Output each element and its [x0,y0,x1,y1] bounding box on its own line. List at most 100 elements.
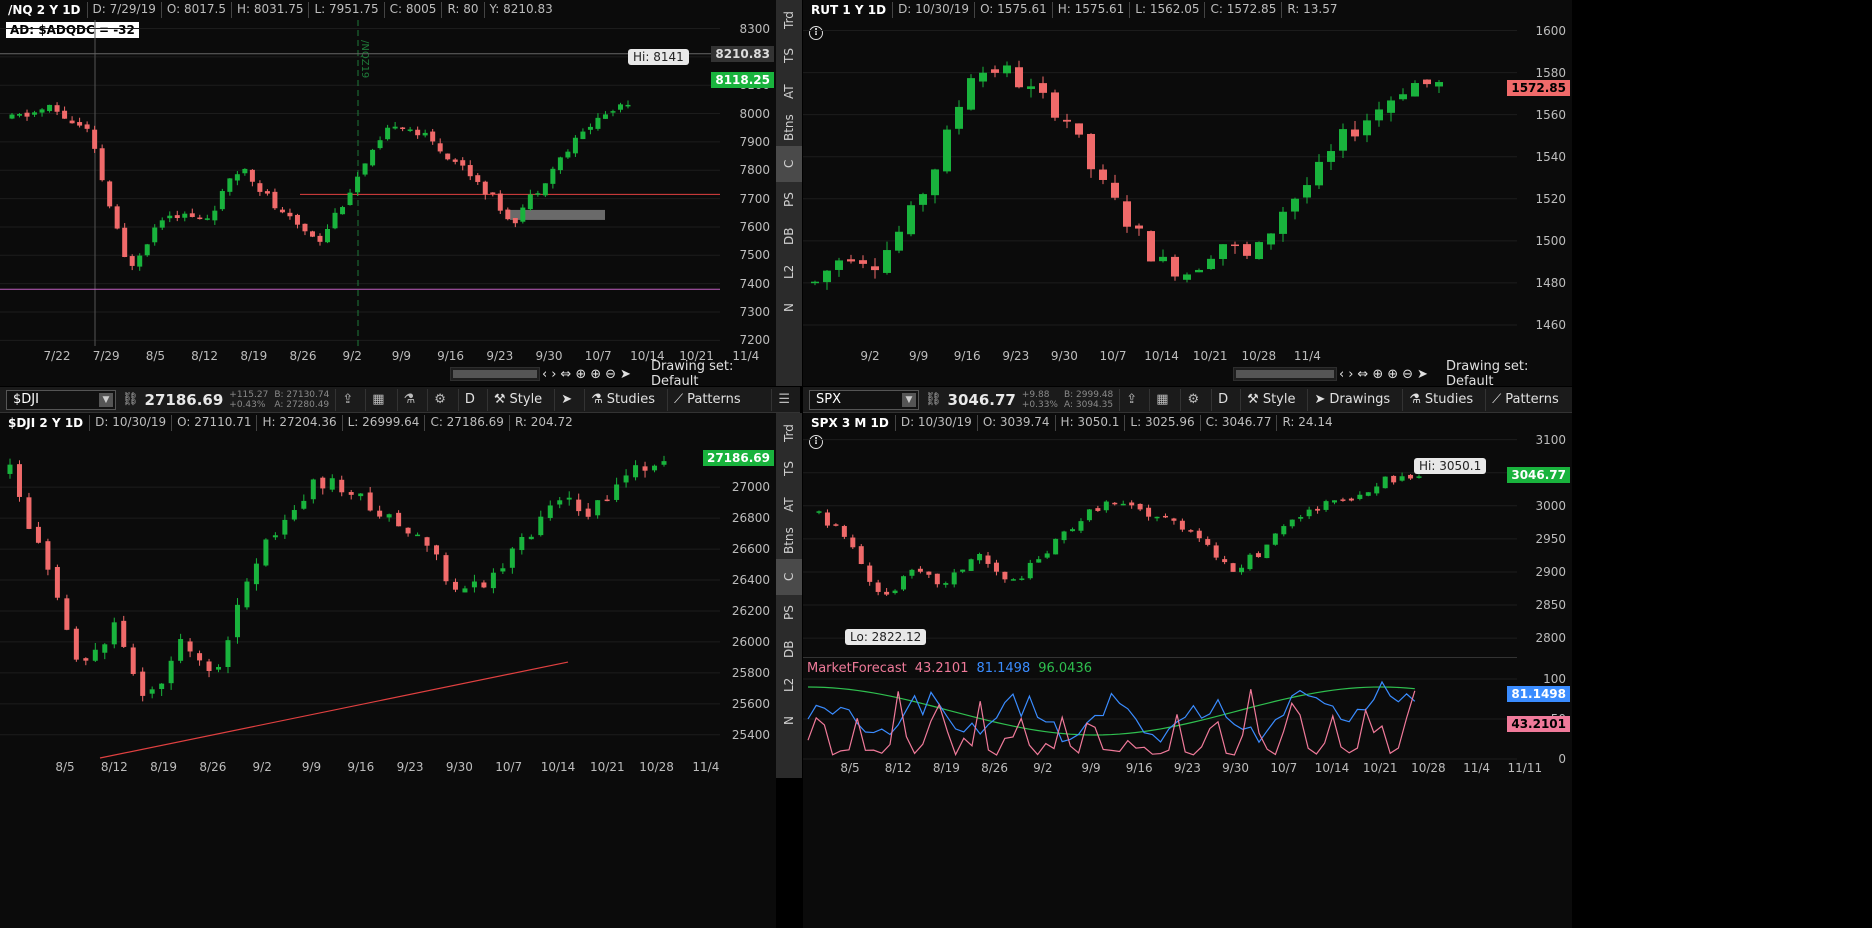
spx-price-plot[interactable] [803,433,1517,658]
pan-left-icon[interactable]: ‹ [1339,367,1344,382]
calendar-icon[interactable]: ▦ [365,388,390,411]
candle-body [557,157,563,171]
share-icon[interactable]: ⇪ [1119,388,1143,411]
dji-symbol-input[interactable]: $DJI ▼ [6,389,116,410]
candle-body [1351,129,1359,137]
side-tab-trd[interactable]: Trd [776,2,802,38]
candle-body [1315,508,1321,511]
spx-patterns-button[interactable]: ⟋ Patterns [1485,388,1565,411]
y-tick-label: 25400 [731,727,770,742]
candle-body [1382,476,1388,489]
link-icon[interactable]: ⛓ [122,392,139,407]
y-tick-label: 7300 [739,304,770,319]
candle-body [253,563,259,585]
expand-icon[interactable]: ⇔ [1357,367,1368,382]
calendar-icon[interactable]: ▦ [1149,388,1174,411]
candle-body [1298,517,1304,519]
side-tab-ps[interactable]: PS [776,182,802,218]
crosshair-icon[interactable]: ⊕ [1372,367,1383,382]
pan-left-icon[interactable]: ‹ [542,367,547,382]
menu-icon[interactable]: ☰ [771,388,796,411]
candle-body [405,527,411,534]
rut-price-plot[interactable] [803,20,1517,346]
gear-icon[interactable]: ⚙ [1180,388,1205,411]
x-tick-label: 9/30 [1222,761,1250,775]
nq-drawing-set[interactable]: Drawing set: Default [651,359,776,386]
candle-body [623,475,629,483]
x-tick-label: 8/19 [240,349,268,363]
side-tab-n[interactable]: N [776,290,802,326]
x-tick-label: 8/19 [932,761,960,775]
chevron-down-icon[interactable]: ▼ [902,392,916,407]
side-tab-at[interactable]: AT [776,487,802,523]
y-tick-label: 3000 [1535,498,1566,513]
side-tab-btns[interactable]: Btns [776,110,802,146]
nq-scrollbar[interactable] [450,367,540,381]
dji-style-button[interactable]: ⚒ Style [486,388,548,411]
zoom-out-icon[interactable]: ⊖ [1402,367,1413,382]
candle-body [430,131,436,142]
spx-symbol-input[interactable]: SPX ▼ [809,389,919,410]
candle-body [1303,185,1311,198]
spx-drawings-button[interactable]: ➤ Drawings [1307,388,1396,411]
side-tab-ps[interactable]: PS [776,595,802,631]
pointer-icon[interactable]: ➤ [1417,367,1428,382]
nq-chart-pane[interactable]: /NQ 2 Y 1D D: 7/29/19 O: 8017.5 H: 8031.75… [0,0,776,386]
side-tab-ts[interactable]: TS [776,38,802,74]
rut-drawing-set[interactable]: Drawing set: Default [1446,359,1572,386]
pointer-icon[interactable]: ➤ [620,367,631,382]
x-tick-label: 9/16 [953,349,981,363]
candle-body [149,689,155,694]
side-tab-db[interactable]: DB [776,631,802,667]
pan-right-icon[interactable]: › [1348,367,1353,382]
candle-body [1375,109,1383,121]
y-tick-label: 1560 [1535,107,1566,122]
pan-right-icon[interactable]: › [551,367,556,382]
gear-icon[interactable]: ⚙ [427,388,452,411]
spx-header-field: D: 10/30/19 [900,415,972,429]
candle-body [535,193,541,195]
spx-chart-pane[interactable]: SPX 3 M 1D D: 10/30/19 O: 3039.74 H: 3050.… [803,413,1572,928]
dji-period-button[interactable]: D [457,388,481,411]
spx-header-field: H: 3050.1 [1060,415,1120,429]
zoom-in-icon[interactable]: ⊕ [590,367,601,382]
chevron-down-icon[interactable]: ▼ [99,392,113,407]
side-tab-btns[interactable]: Btns [776,523,802,559]
side-tab-n[interactable]: N [776,703,802,739]
candle-body [497,193,503,211]
side-tab-trd[interactable]: Trd [776,415,802,451]
side-tab-l2[interactable]: L2 [776,667,802,703]
side-tab-c[interactable]: C [776,146,802,182]
market-forecast-plot[interactable] [803,678,1517,760]
side-tab-db[interactable]: DB [776,218,802,254]
cursor-icon: ➤ [1314,392,1326,407]
side-tab-ts[interactable]: TS [776,451,802,487]
spx-style-button[interactable]: ⚒ Style [1240,388,1301,411]
expand-icon[interactable]: ⇔ [560,367,571,382]
dji-price-plot[interactable] [0,433,720,759]
spx-studies-button[interactable]: ⚗ Studies [1402,388,1479,411]
dji-cursor-button[interactable]: ➤ [554,388,578,411]
share-icon[interactable]: ⇪ [335,388,359,411]
side-tab-c[interactable]: C [776,559,802,595]
zoom-out-icon[interactable]: ⊖ [605,367,616,382]
rut-chart-pane[interactable]: RUT 1 Y 1D D: 10/30/19 O: 1575.61 H: 1575.… [803,0,1572,386]
link-icon[interactable]: ⛓ [925,392,942,407]
dji-header: $DJI 2 Y 1D D: 10/30/19 O: 27110.71 H: 272… [0,413,720,433]
spx-period-button[interactable]: D [1211,388,1234,411]
dji-patterns-button[interactable]: ⟋ Patterns [666,388,747,411]
dji-studies-button[interactable]: ⚗ Studies [584,388,661,411]
x-tick-label: 10/21 [1362,761,1398,775]
side-tab-l2[interactable]: L2 [776,254,802,290]
rut-scrollbar[interactable] [1233,367,1337,381]
zoom-in-icon[interactable]: ⊕ [1387,367,1398,382]
rut-footer-tools: ‹ › ⇔ ⊕ ⊕ ⊖ ➤ Drawing set: Default [1339,359,1572,386]
crosshair-icon[interactable]: ⊕ [575,367,586,382]
last-price-label: 3046.77 [1507,466,1570,483]
candle-body [294,214,300,225]
side-tab-at[interactable]: AT [776,74,802,110]
dji-chart-pane[interactable]: $DJI 2 Y 1D D: 10/30/19 O: 27110.71 H: 272… [0,413,776,928]
flask-icon[interactable]: ⚗ [396,388,422,411]
candle-body [1003,65,1011,74]
nq-price-plot[interactable]: /NQZ19 [0,20,720,346]
